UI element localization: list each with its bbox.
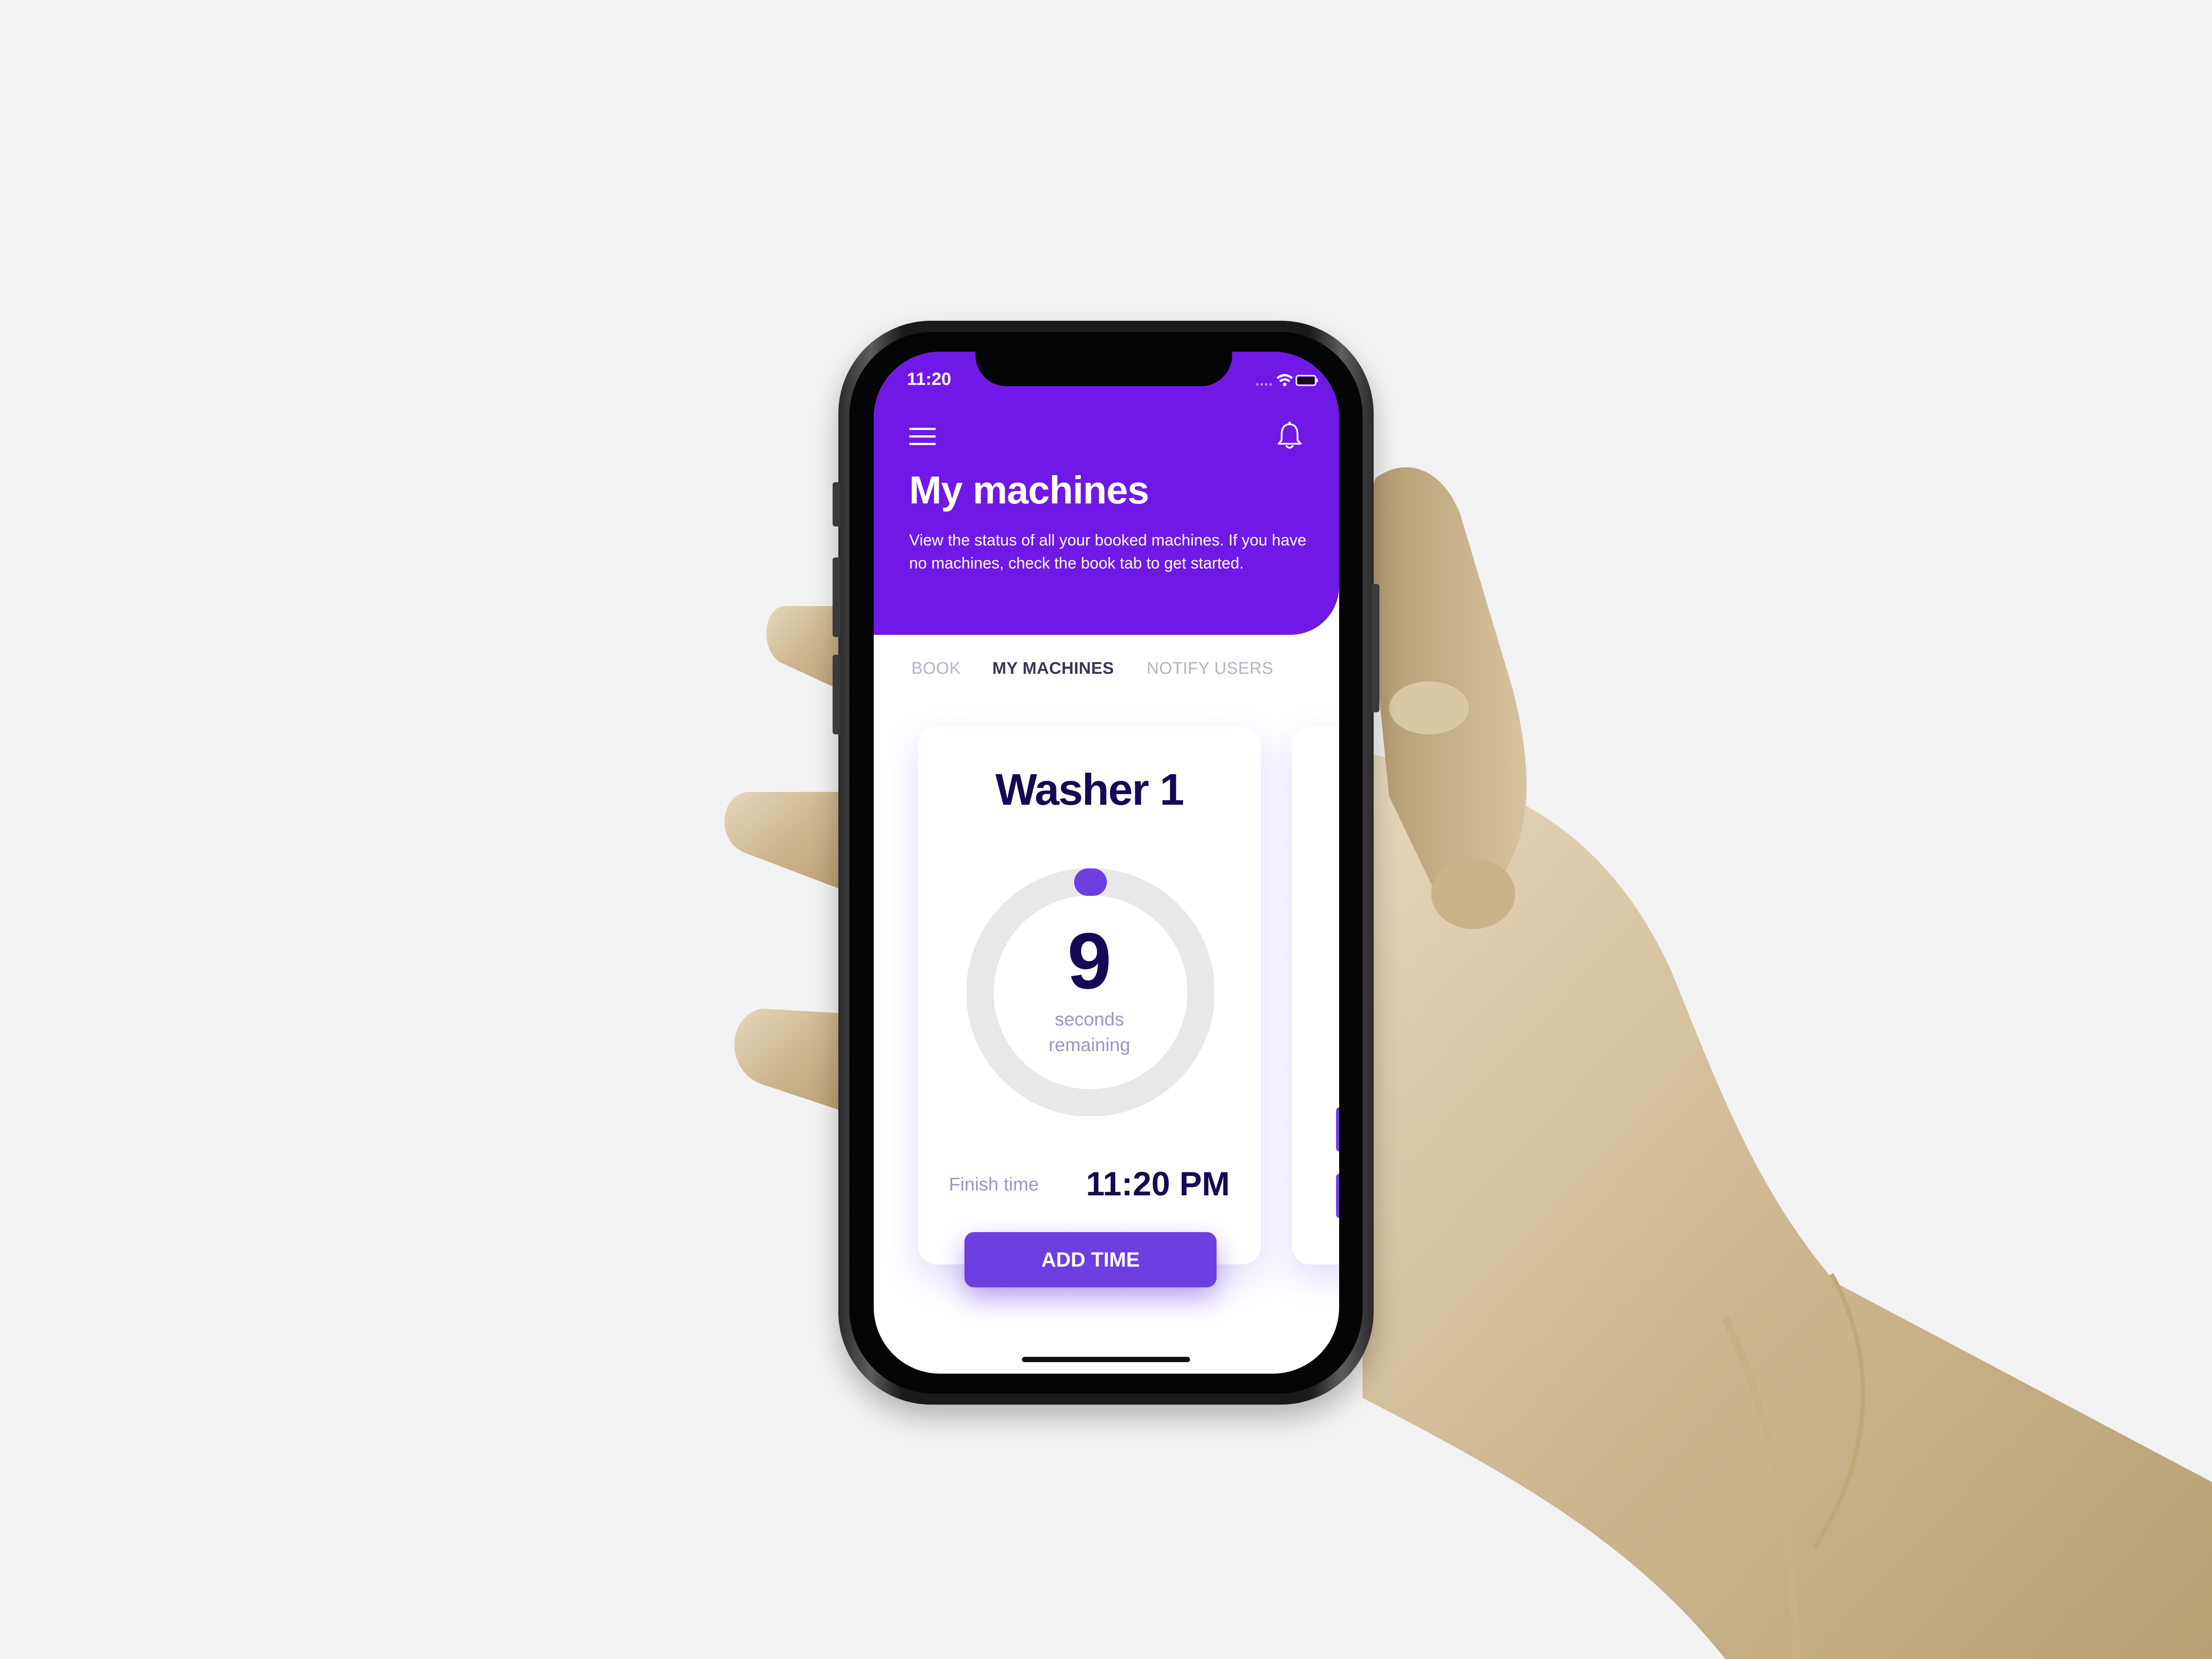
machine-card: Washer 1 9 seconds remaining Finish time…: [918, 727, 1261, 1264]
home-indicator[interactable]: [1022, 1357, 1190, 1362]
add-time-button[interactable]: ADD TIME: [964, 1232, 1217, 1287]
status-bar-time: 11:20: [907, 369, 952, 389]
next-card-button-edge: [1336, 1174, 1339, 1218]
tab-book[interactable]: BOOK: [911, 659, 961, 678]
status-icons: [1256, 374, 1318, 386]
countdown-unit-label: seconds remaining: [1048, 1009, 1130, 1055]
mockup-stage: 11:20 My machines View the status of all…: [0, 0, 2212, 1659]
page-subtitle: View the status of all your booked machi…: [909, 531, 1306, 572]
machine-name: Washer 1: [995, 765, 1184, 814]
wifi-icon: [1276, 374, 1293, 386]
side-button: [833, 655, 841, 734]
phone-notch: [975, 352, 1232, 386]
next-card-button-edge: [1336, 1107, 1339, 1152]
side-button: [833, 557, 841, 637]
header-banner: 11:20 My machines View the status of all…: [874, 352, 1339, 635]
finish-time-value: 11:20 PM: [1086, 1165, 1230, 1203]
countdown-progress-knob: [1074, 868, 1107, 896]
tab-notify-users[interactable]: NOTIFY USERS: [1147, 659, 1273, 678]
bell-icon[interactable]: [1276, 422, 1303, 450]
countdown-value: 9: [1067, 917, 1112, 1006]
menu-icon[interactable]: [909, 427, 936, 446]
tab-my-machines[interactable]: MY MACHINES: [992, 659, 1114, 678]
phone-screen: 11:20 My machines View the status of all…: [874, 352, 1339, 1374]
battery-icon: [1295, 375, 1318, 386]
signal-icon: [1256, 383, 1272, 386]
finish-time-label: Finish time: [949, 1174, 1039, 1194]
page-title: My machines: [909, 468, 1149, 512]
side-button: [1371, 584, 1379, 712]
tab-bar: BOOK MY MACHINES NOTIFY USERS: [874, 659, 1339, 686]
next-machine-card[interactable]: [1292, 727, 1339, 1264]
side-button: [833, 482, 841, 526]
